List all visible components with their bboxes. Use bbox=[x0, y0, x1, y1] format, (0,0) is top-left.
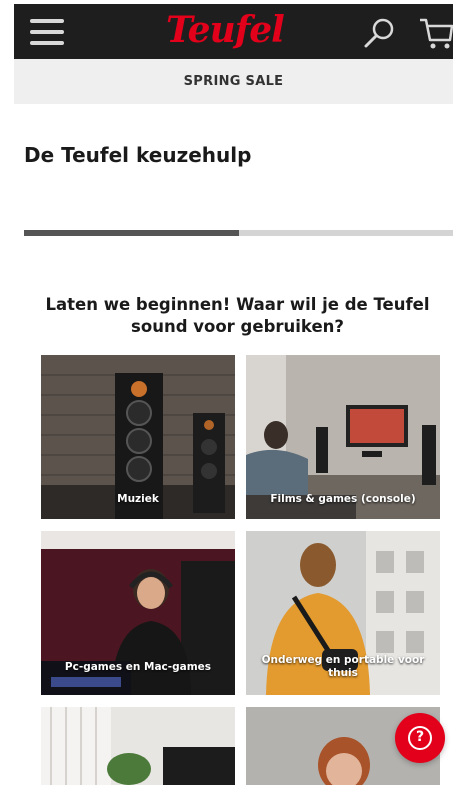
question-circle-icon: ? bbox=[408, 726, 432, 750]
progress-bar-fill bbox=[24, 230, 239, 236]
cart-icon[interactable] bbox=[418, 16, 453, 50]
option-label: Muziek bbox=[117, 493, 159, 505]
option-tile-films-games[interactable]: Films & games (console) bbox=[246, 355, 440, 519]
option-tile-5[interactable] bbox=[41, 707, 235, 785]
search-icon[interactable] bbox=[362, 16, 396, 50]
option-tile-pc-games[interactable]: Pc-games en Mac-games bbox=[41, 531, 235, 695]
top-navigation-bar: Teufel bbox=[14, 4, 453, 59]
option-tile-onderweg-portable[interactable]: Onderweg en portable voor thuis bbox=[246, 531, 440, 695]
option-tile-muziek[interactable]: Muziek bbox=[41, 355, 235, 519]
help-button[interactable]: ? bbox=[395, 713, 445, 763]
hamburger-menu-icon[interactable] bbox=[30, 19, 64, 45]
progress-bar bbox=[24, 230, 453, 236]
spring-sale-banner[interactable]: SPRING SALE bbox=[14, 59, 453, 104]
teufel-logo[interactable]: Teufel bbox=[166, 8, 285, 52]
option-label: Pc-games en Mac-games bbox=[64, 661, 212, 673]
option-label: Films & games (console) bbox=[270, 493, 416, 505]
page-title: De Teufel keuzehulp bbox=[24, 143, 252, 167]
option-label: Onderweg en portable voor thuis bbox=[261, 654, 425, 679]
question-heading: Laten we beginnen! Waar wil je de Teufel… bbox=[45, 295, 430, 336]
room-photo bbox=[41, 707, 235, 785]
